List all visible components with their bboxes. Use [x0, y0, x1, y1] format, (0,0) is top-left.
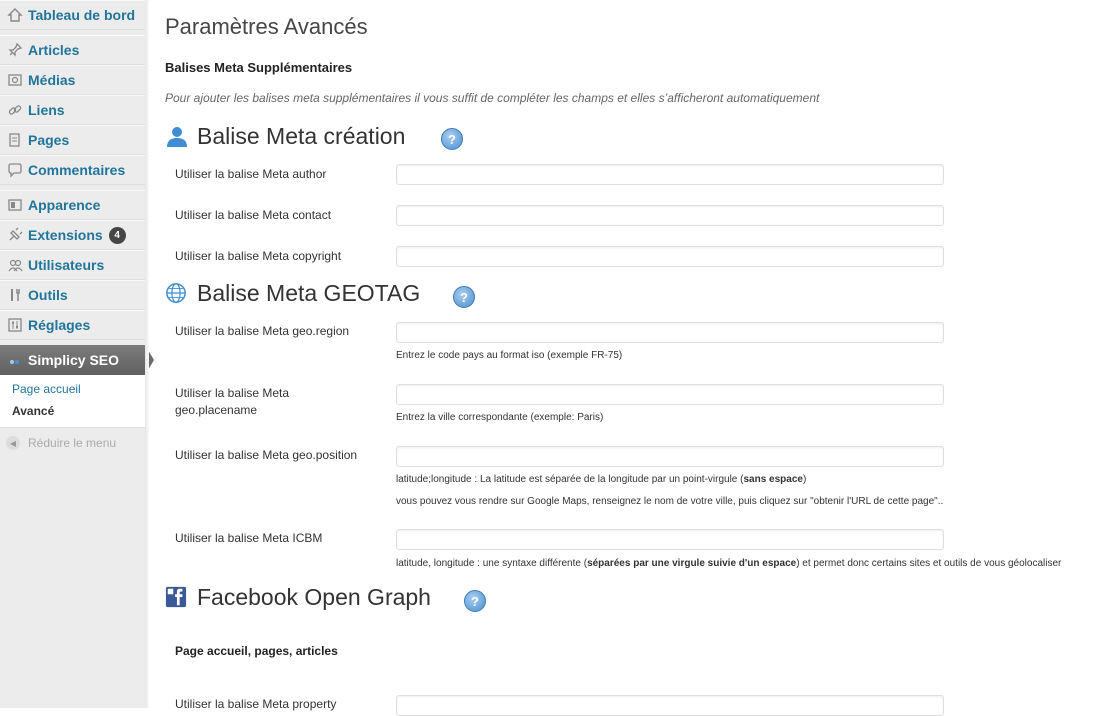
- label-icbm: Utiliser la balise Meta ICBM: [175, 531, 323, 545]
- meta-contact-input[interactable]: [396, 205, 944, 226]
- appearance-icon: [6, 196, 24, 214]
- geo-position-hint: latitude;longitude : La latitude est sép…: [396, 474, 807, 485]
- sidebar-item-extensions[interactable]: Extensions 4: [0, 220, 145, 250]
- sidebar-item-label: Réglages: [28, 317, 91, 333]
- sidebar-item-label: Pages: [28, 132, 70, 148]
- user-icon: [165, 125, 189, 149]
- label-meta-contact: Utiliser la balise Meta contact: [175, 208, 332, 222]
- sidebar-item-articles[interactable]: Articles: [0, 35, 145, 65]
- icbm-hint: latitude, longitude : une syntaxe différ…: [396, 558, 1062, 569]
- section-geotag-header: Balise Meta GEOTAG: [165, 280, 420, 307]
- page-title: Paramètres Avancés: [165, 14, 368, 39]
- sidebar-shadow: [145, 0, 149, 708]
- sidebar-submenu: Page accueil Avancé: [0, 375, 145, 428]
- sidebar-item-commentaires[interactable]: Commentaires: [0, 155, 145, 185]
- sidebar-item-label: Tableau de bord: [28, 7, 136, 23]
- meta-copyright-input[interactable]: [396, 246, 944, 267]
- section-facebook-title: Facebook Open Graph: [197, 584, 431, 610]
- sidebar-item-label: Outils: [28, 287, 68, 303]
- plugin-icon: [6, 226, 24, 244]
- sidebar-item-label: Liens: [28, 102, 65, 118]
- sidebar-item-label: Utilisateurs: [28, 257, 105, 273]
- geo-position-input[interactable]: [396, 446, 944, 467]
- admin-sidebar: Tableau de bord Articles Médias Liens Pa…: [0, 0, 154, 708]
- comment-icon: [6, 161, 24, 179]
- section-geotag-title: Balise Meta GEOTAG: [197, 280, 421, 306]
- dashboard-icon: [6, 6, 24, 24]
- label-meta-copyright: Utiliser la balise Meta copyright: [175, 249, 342, 263]
- link-icon: [6, 101, 24, 119]
- section-facebook-header: Facebook Open Graph: [165, 584, 431, 611]
- icbm-input[interactable]: [396, 529, 944, 550]
- section-creation-title: Balise Meta création: [197, 123, 406, 149]
- label-geo-placename: Utiliser la balise Meta geo.placename: [175, 386, 290, 417]
- sidebar-item-reglages[interactable]: Réglages: [0, 310, 145, 340]
- geo-placename-hint: Entrez la ville correspondante (exemple:…: [396, 412, 604, 423]
- submenu-item-page-accueil[interactable]: Page accueil: [12, 382, 81, 396]
- label-meta-author: Utiliser la balise Meta author: [175, 167, 327, 181]
- seo-icon: [8, 353, 22, 367]
- sidebar-item-label: Médias: [28, 72, 76, 88]
- facebook-icon: [165, 586, 189, 610]
- geo-position-hint-maps: vous pouvez vous rendre sur Google Maps,…: [396, 496, 944, 507]
- collapse-arrow-icon: ◀: [6, 436, 20, 450]
- sidebar-item-liens[interactable]: Liens: [0, 95, 145, 125]
- meta-author-input[interactable]: [396, 164, 944, 185]
- intro-text: Pour ajouter les balises meta supplément…: [165, 91, 820, 105]
- sidebar-item-pages[interactable]: Pages: [0, 125, 145, 155]
- sidebar-item-apparence[interactable]: Apparence: [0, 190, 145, 220]
- facebook-subtitle: Page accueil, pages, articles: [175, 644, 338, 658]
- sidebar-item-label: Simplicy SEO: [28, 352, 120, 368]
- label-geo-position: Utiliser la balise Meta geo.position: [175, 448, 358, 462]
- sidebar-item-label: Articles: [28, 42, 80, 58]
- pages-icon: [6, 131, 24, 149]
- label-meta-property: Utiliser la balise Meta property: [175, 697, 337, 711]
- help-icon[interactable]: ?: [464, 590, 486, 612]
- tools-icon: [6, 286, 24, 304]
- sidebar-item-label: Extensions: [28, 227, 103, 243]
- collapse-menu-label: Réduire le menu: [28, 436, 117, 450]
- section-creation-header: Balise Meta création: [165, 123, 405, 150]
- meta-property-input[interactable]: [396, 695, 944, 716]
- sidebar-item-dashboard[interactable]: Tableau de bord: [0, 0, 145, 30]
- media-icon: [6, 71, 24, 89]
- geo-region-input[interactable]: [396, 322, 944, 343]
- settings-icon: [6, 316, 24, 334]
- geo-region-hint: Entrez le code pays au format iso (exemp…: [396, 350, 623, 361]
- globe-icon: [165, 282, 189, 306]
- users-icon: [6, 256, 24, 274]
- sidebar-item-medias[interactable]: Médias: [0, 65, 145, 95]
- submenu-item-avance[interactable]: Avancé: [12, 404, 54, 418]
- geo-placename-input[interactable]: [396, 384, 944, 405]
- sidebar-item-simplicy-seo[interactable]: Simplicy SEO: [0, 345, 154, 375]
- pin-icon: [6, 41, 24, 59]
- help-icon[interactable]: ?: [441, 128, 463, 150]
- label-geo-region: Utiliser la balise Meta geo.region: [175, 324, 350, 338]
- sidebar-item-utilisateurs[interactable]: Utilisateurs: [0, 250, 145, 280]
- sidebar-item-label: Commentaires: [28, 162, 126, 178]
- sidebar-item-label: Apparence: [28, 197, 101, 213]
- help-icon[interactable]: ?: [453, 286, 475, 308]
- sidebar-item-outils[interactable]: Outils: [0, 280, 145, 310]
- update-count-badge: 4: [108, 226, 126, 244]
- subsection-title: Balises Meta Supplémentaires: [165, 60, 353, 75]
- collapse-menu-button[interactable]: ◀ Réduire le menu: [6, 436, 116, 450]
